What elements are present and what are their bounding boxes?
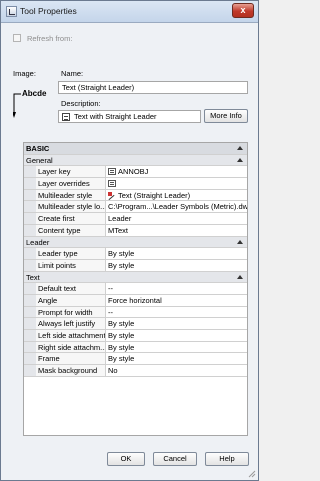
grid-category-text[interactable]: Text [24, 271, 247, 284]
property-row[interactable]: Content type MText [24, 224, 247, 237]
property-row[interactable]: Angle Force horizontal [24, 294, 247, 307]
property-row[interactable]: Multileader style lo... C:\Program...\Le… [24, 201, 247, 214]
category-label-leader: Leader [26, 237, 50, 247]
property-value[interactable]: By style [106, 330, 247, 341]
property-name: Create first [36, 213, 106, 224]
property-name: Layer key [36, 166, 106, 178]
collapse-icon[interactable] [237, 146, 243, 150]
property-name: Default text [36, 283, 106, 294]
property-name: Multileader style [36, 189, 106, 201]
category-label-text: Text [26, 272, 40, 282]
cancel-button[interactable]: Cancel [153, 452, 197, 466]
property-value[interactable]: MText [106, 225, 247, 236]
property-row[interactable]: Multileader style Text (Straight Leader) [24, 189, 247, 202]
grid-section-basic[interactable]: BASIC [24, 143, 247, 155]
property-row[interactable]: Right side attachm... By style [24, 341, 247, 354]
property-row[interactable]: Layer key ANNOBJ [24, 166, 247, 179]
property-name: Right side attachm... [36, 341, 106, 353]
layer-icon [108, 168, 116, 176]
more-info-button[interactable]: More Info [204, 109, 248, 123]
property-name: Leader type [36, 248, 106, 259]
property-value[interactable]: No [106, 365, 247, 376]
property-value[interactable]: By style [106, 260, 247, 271]
category-label-general: General [26, 155, 53, 165]
collapse-icon[interactable] [237, 157, 243, 162]
description-label: Description: [61, 99, 101, 108]
section-label-basic: BASIC [26, 144, 50, 153]
property-value[interactable]: C:\Program...\Leader Symbols (Metric).dw… [106, 201, 247, 212]
leader-icon [108, 191, 116, 199]
property-name: Angle [36, 294, 106, 306]
property-value[interactable]: ANNOBJ [106, 166, 247, 177]
property-row[interactable]: Mask background No [24, 365, 247, 377]
property-row[interactable]: Leader type By style [24, 248, 247, 260]
grid-category-leader[interactable]: Leader [24, 236, 247, 249]
property-row[interactable]: Prompt for width -- [24, 306, 247, 319]
grid-category-general[interactable]: General [24, 154, 247, 167]
property-row[interactable]: Limit points By style [24, 259, 247, 272]
property-row[interactable]: Layer overrides [24, 178, 247, 190]
leader-arrow-icon [13, 93, 21, 118]
property-name: Layer overrides [36, 178, 106, 189]
text-document-icon [62, 113, 70, 121]
property-row[interactable]: Frame By style [24, 353, 247, 366]
help-button[interactable]: Help [205, 452, 249, 466]
app-icon [6, 6, 17, 17]
property-value[interactable]: By style [106, 318, 247, 329]
collapse-icon[interactable] [237, 274, 243, 279]
layer-icon [108, 180, 116, 188]
property-row[interactable]: Create first Leader [24, 213, 247, 225]
property-name: Multileader style lo... [36, 201, 106, 213]
refresh-from-label: Refresh from: [27, 34, 73, 43]
property-name: Frame [36, 353, 106, 365]
property-value[interactable]: By style [106, 353, 247, 364]
property-name: Mask background [36, 365, 106, 376]
property-name: Content type [36, 224, 106, 236]
property-value[interactable]: -- [106, 307, 247, 318]
property-value[interactable]: By style [106, 342, 247, 353]
tool-image-preview[interactable]: Abcde [9, 81, 55, 121]
image-label: Image: [13, 69, 36, 78]
resize-grip-icon[interactable] [248, 470, 256, 478]
refresh-from-checkbox[interactable] [13, 34, 21, 42]
close-button[interactable]: x [232, 3, 254, 18]
property-value[interactable]: By style [106, 248, 247, 259]
property-name: Prompt for width [36, 306, 106, 318]
tool-properties-window: Tool Properties x Refresh from: Image: A… [0, 0, 259, 481]
property-value-text: ANNOBJ [118, 167, 149, 177]
property-row[interactable]: Always left justify By style [24, 318, 247, 330]
property-value[interactable]: Force horizontal [106, 295, 247, 306]
description-value: Text with Straight Leader [74, 112, 157, 121]
collapse-icon[interactable] [237, 239, 243, 244]
properties-grid: BASIC General Layer key ANNOBJ Layer ove… [23, 142, 248, 436]
property-value[interactable] [106, 178, 247, 189]
property-row[interactable]: Default text -- [24, 283, 247, 295]
window-title: Tool Properties [20, 6, 77, 16]
preview-text: Abcde [22, 89, 47, 98]
property-value-text: Text (Straight Leader) [118, 190, 191, 200]
property-name: Left side attachment [36, 330, 106, 341]
property-value[interactable]: -- [106, 283, 247, 294]
property-value[interactable]: Text (Straight Leader) [106, 190, 247, 201]
property-name: Limit points [36, 259, 106, 271]
property-row[interactable]: Left side attachment By style [24, 330, 247, 342]
name-label: Name: [61, 69, 84, 78]
property-name: Always left justify [36, 318, 106, 329]
description-field[interactable]: Text with Straight Leader [58, 110, 201, 123]
title-bar[interactable]: Tool Properties x [1, 1, 258, 23]
name-field[interactable]: Text (Straight Leader) [58, 81, 248, 94]
ok-button[interactable]: OK [107, 452, 145, 466]
property-value[interactable]: Leader [106, 213, 247, 224]
